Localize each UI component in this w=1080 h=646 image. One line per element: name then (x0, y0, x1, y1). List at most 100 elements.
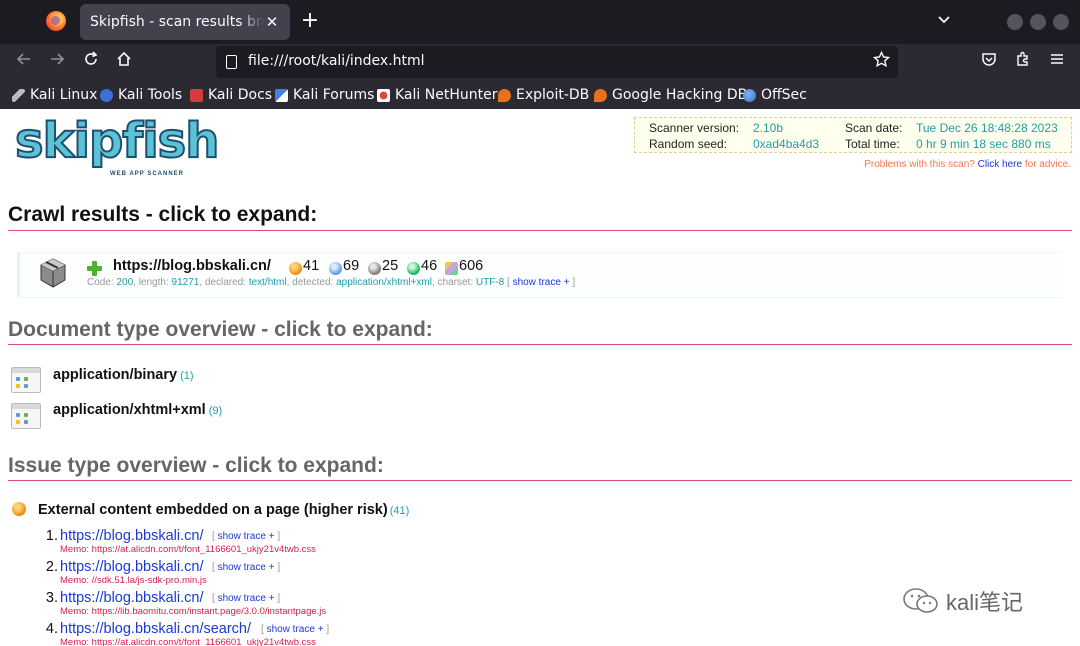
click-here-link[interactable]: Click here (978, 159, 1022, 170)
issue-type-heading[interactable]: Issue type overview - click to expand: (8, 454, 384, 478)
issue-title[interactable]: External content embedded on a page (hig… (38, 502, 409, 518)
bookmark-label: Kali Forums (293, 87, 375, 103)
doc-type-row[interactable]: application/xhtml+xml (9) (53, 402, 222, 418)
url-bar[interactable]: file:///root/kali/index.html (216, 46, 898, 78)
show-trace-link[interactable]: show trace + (218, 531, 275, 542)
bookmark-label: OffSec (761, 87, 807, 103)
charset-label: , charset: (431, 277, 476, 288)
declared-label: , declared: (199, 277, 249, 288)
url-text[interactable]: file:///root/kali/index.html (248, 53, 425, 69)
bookmark-label: Exploit-DB (516, 87, 590, 103)
item-number: 1. (45, 528, 58, 544)
memo-text: Memo: https://at.alicdn.com/t/font_11666… (60, 637, 316, 646)
skipfish-logo: skipfish WEB APP SCANNER (14, 112, 220, 181)
issue-list-item: 2. https://blog.bbskali.cn/ [ show trace… (38, 559, 438, 589)
minimize-button[interactable] (1007, 14, 1023, 30)
issue-url-link[interactable]: https://blog.bbskali.cn/ (60, 590, 203, 606)
item-number: 4. (45, 621, 58, 637)
document-type-heading[interactable]: Document type overview - click to expand… (8, 318, 433, 342)
scan-date-label: Scan date: (845, 121, 903, 135)
item-number: 3. (45, 590, 58, 606)
issue-list-item: 4. https://blog.bbskali.cn/search/ [ sho… (38, 621, 438, 646)
section-divider (8, 480, 1072, 481)
issue-list-item: 3. https://blog.bbskali.cn/ [ show trace… (38, 590, 438, 620)
doc-type-name: application/binary (53, 367, 178, 383)
trace-control: [ show trace + ] (212, 531, 280, 542)
section-divider (8, 230, 1072, 231)
trace-bracket: [ (504, 277, 513, 288)
trace-control: [ show trace + ] (212, 593, 280, 604)
menu-icon[interactable] (1045, 50, 1069, 74)
page-document-icon (226, 55, 237, 69)
bookmark-kali-nethunter[interactable]: Kali NetHunter (377, 86, 497, 104)
logo-wordmark: skipfish (14, 112, 220, 170)
medium-risk-ball-icon (329, 262, 342, 275)
trace-bracket: ] (274, 531, 281, 542)
tab-list-chevron-icon[interactable] (934, 12, 954, 32)
random-seed-label: Random seed: (649, 137, 728, 151)
show-trace-link[interactable]: show trace + (267, 624, 324, 635)
doc-type-count: (1) (180, 370, 194, 382)
scan-info-box: Scanner version: 2.10b Scan date: Tue De… (634, 117, 1072, 153)
tab-title: Skipfish - scan results browser (90, 14, 265, 30)
bookmark-label: Google Hacking DB (612, 87, 748, 103)
item-number: 2. (45, 559, 58, 575)
bookmark-kali-linux[interactable]: Kali Linux (12, 86, 97, 104)
watermark: kali笔记 (902, 584, 1023, 618)
firefox-logo-icon (46, 11, 66, 31)
bookmarks-toolbar: Kali Linux Kali Tools Kali Docs Kali For… (0, 80, 1080, 109)
bookmark-kali-tools[interactable]: Kali Tools (100, 86, 182, 104)
memo-text: Memo: https://at.alicdn.com/t/font_11666… (60, 544, 316, 555)
forward-arrow-icon[interactable] (45, 50, 69, 74)
wechat-icon (902, 587, 940, 615)
bookmark-label: Kali Tools (118, 87, 183, 103)
high-risk-ball-icon (289, 262, 302, 275)
pocket-icon[interactable] (977, 50, 1001, 74)
problems-suffix: for advice. (1022, 159, 1071, 170)
show-trace-link[interactable]: show trace + (218, 562, 275, 573)
scanner-version-value: 2.10b (753, 121, 784, 135)
warning-ball-icon (407, 262, 420, 275)
bookmark-offsec[interactable]: OffSec (743, 86, 807, 104)
low-risk-ball-icon (368, 262, 381, 275)
issue-list-item: 1. https://blog.bbskali.cn/ [ show trace… (38, 528, 438, 558)
bookmark-google-hacking-db[interactable]: Google Hacking DB (594, 86, 747, 104)
tab-bar: Skipfish - scan results browser ✕ + (0, 0, 1080, 44)
back-arrow-icon[interactable] (12, 50, 36, 74)
close-tab-icon[interactable]: ✕ (262, 12, 282, 32)
extensions-icon[interactable] (1011, 50, 1035, 74)
issue-url-link[interactable]: https://blog.bbskali.cn/ (60, 559, 203, 575)
crawl-results-heading[interactable]: Crawl results - click to expand: (8, 203, 317, 227)
expand-plus-icon[interactable] (87, 261, 102, 276)
home-icon[interactable] (112, 50, 136, 74)
declared-value: text/html (248, 277, 287, 288)
kali-docs-icon (190, 88, 203, 102)
document-window-icon (11, 403, 41, 429)
crawl-result-node[interactable]: https://blog.bbskali.cn/ 41 69 25 46 606… (17, 252, 1063, 298)
high-risk-ball-icon (12, 502, 26, 516)
bookmark-kali-docs[interactable]: Kali Docs (190, 86, 272, 104)
random-seed-value: 0xad4ba4d3 (753, 137, 820, 151)
total-time-label: Total time: (845, 137, 900, 151)
reload-icon[interactable] (79, 50, 103, 74)
show-trace-link[interactable]: show trace + (218, 593, 275, 604)
new-tab-button[interactable]: + (298, 10, 322, 34)
doc-type-row[interactable]: application/binary (1) (53, 367, 194, 383)
document-window-icon (11, 367, 41, 393)
issue-name: External content embedded on a page (hig… (38, 502, 388, 518)
close-window-button[interactable] (1053, 14, 1069, 30)
info-count: 606 (459, 258, 484, 274)
warning-count: 46 (421, 258, 438, 274)
show-trace-link[interactable]: show trace + (513, 277, 570, 288)
bookmark-exploit-db[interactable]: Exploit-DB (498, 86, 589, 104)
issue-url-link[interactable]: https://blog.bbskali.cn/search/ (60, 621, 251, 637)
tab-skipfish[interactable]: Skipfish - scan results browser ✕ (80, 4, 290, 40)
bookmark-kali-forums[interactable]: Kali Forums (275, 86, 374, 104)
issue-url-link[interactable]: https://blog.bbskali.cn/ (60, 528, 203, 544)
scanner-version-label: Scanner version: (649, 121, 740, 135)
bookmark-label: Kali Linux (30, 87, 98, 103)
bookmark-star-icon[interactable] (872, 50, 891, 73)
maximize-button[interactable] (1030, 14, 1046, 30)
memo-text: Memo: https://lib.baomitu.com/instant.pa… (60, 606, 327, 617)
crawl-url[interactable]: https://blog.bbskali.cn/ (113, 258, 271, 274)
